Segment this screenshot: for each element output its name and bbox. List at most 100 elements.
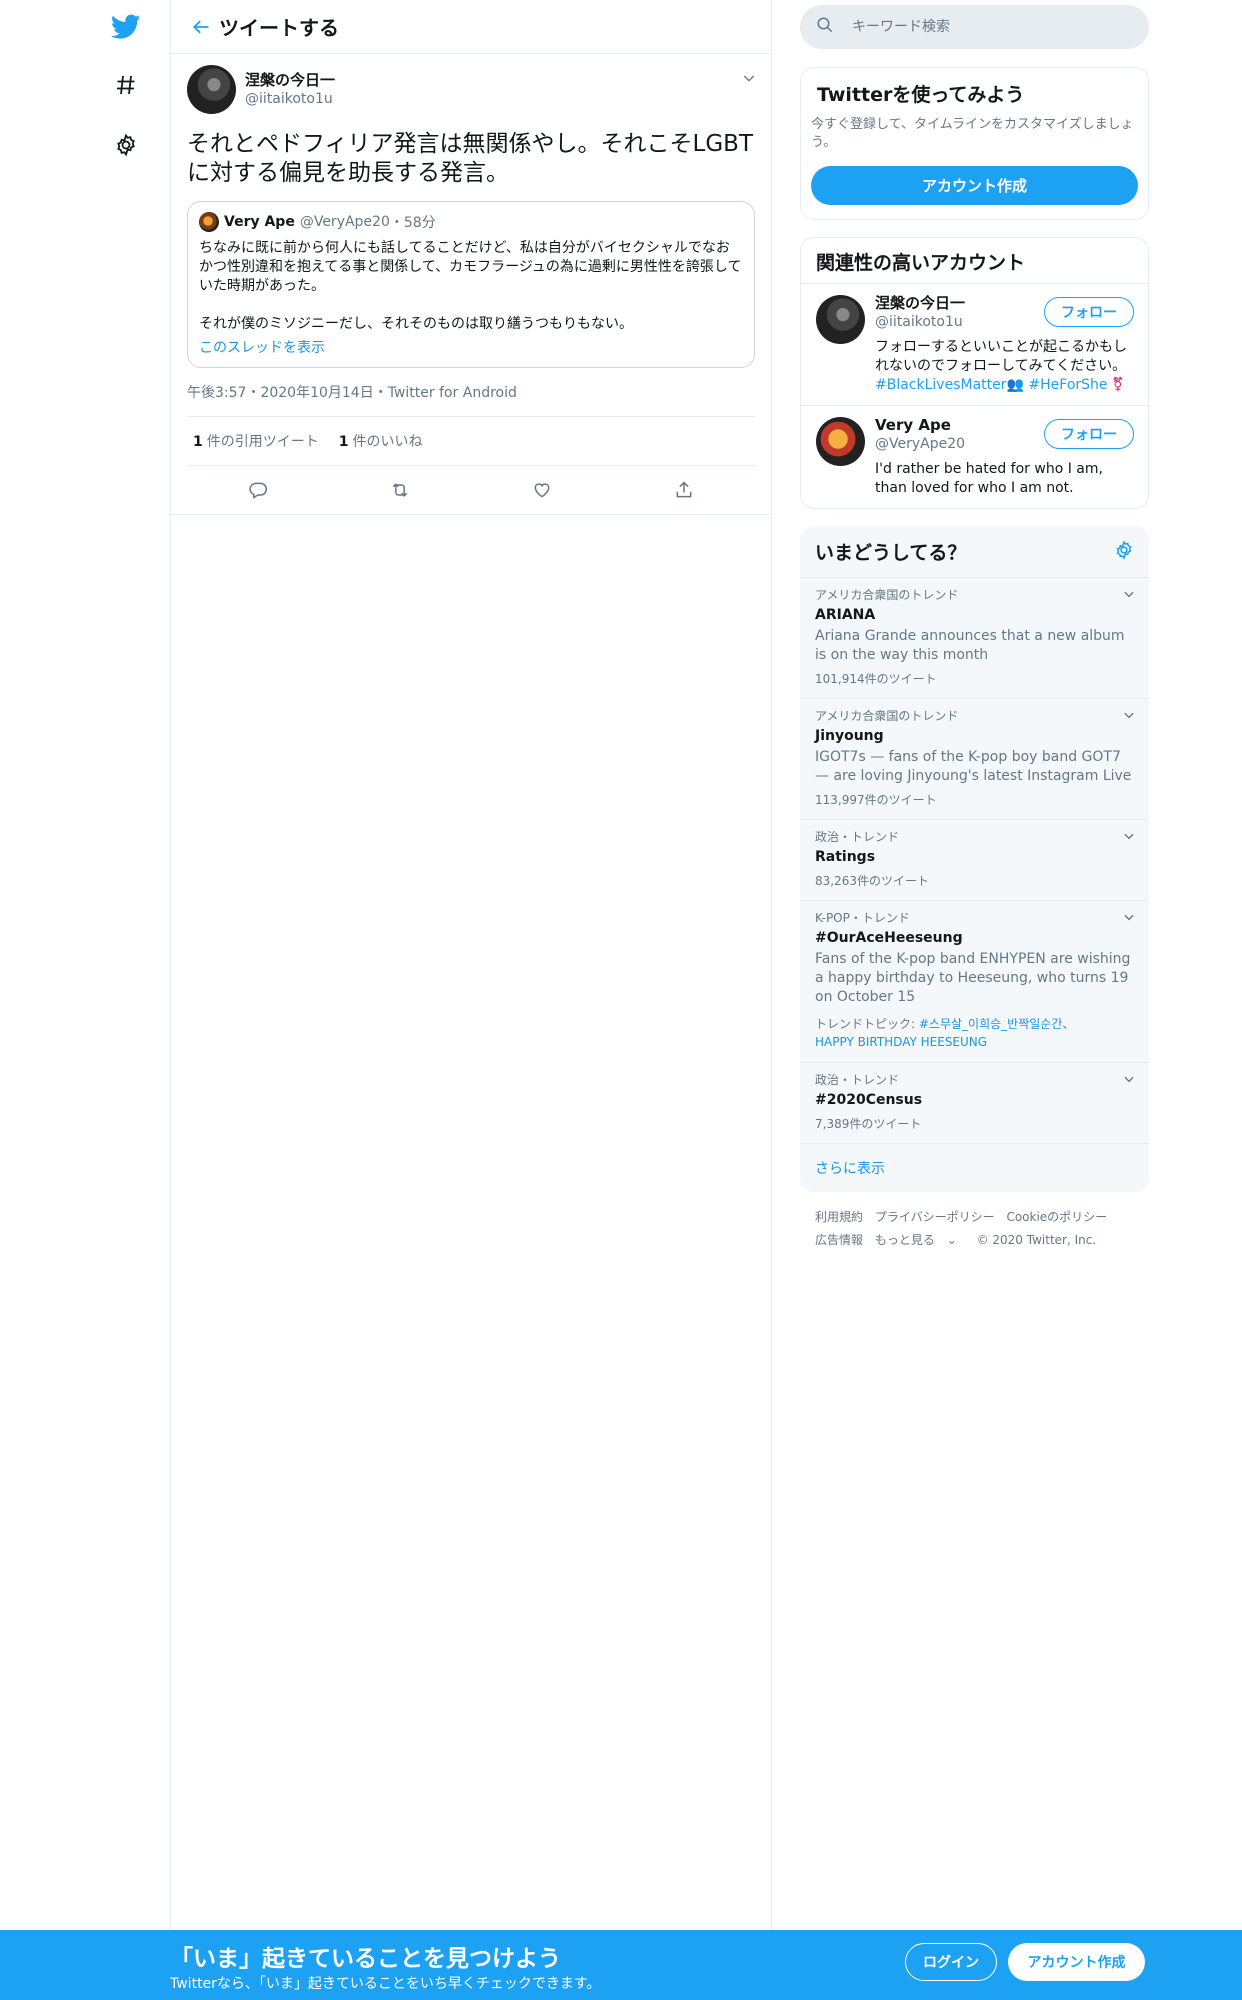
signup-banner: 「いま」起きていることを見つけよう Twitterなら、「いま」起きていることを… [0, 1930, 1242, 2000]
hashtag-link[interactable]: #HeForShe [1028, 377, 1107, 393]
share-icon[interactable] [664, 470, 704, 510]
trend-name: Ratings [815, 849, 876, 865]
trend-name: ARIANA [815, 607, 876, 623]
tweet-author: 涅槃の今日一 @iitaikoto1u [187, 64, 755, 114]
show-more-link[interactable]: さらに表示 [800, 1144, 1149, 1192]
trend-count: 83,263件のツイート [815, 874, 929, 888]
quote-tweets-stat[interactable]: 1 件の引用ツイート [193, 431, 319, 451]
avatar[interactable] [816, 417, 865, 466]
gender-symbol-icon: ⚧ [1111, 377, 1124, 393]
tweet-stats: 1 件の引用ツイート 1 件のいいね [187, 417, 755, 466]
like-icon[interactable] [522, 470, 562, 510]
retweet-icon[interactable] [380, 470, 420, 510]
footer-link-privacy[interactable]: プライバシーポリシー [875, 1210, 995, 1224]
quote-author-name: Very Ape [224, 214, 295, 230]
trend-item[interactable]: アメリカ合衆国のトレンド Jinyoung IGOT7s — fans of t… [800, 699, 1149, 820]
footer-link-terms[interactable]: 利用規約 [815, 1210, 863, 1224]
quote-text: ちなみに既に前から何人にも話してることだけど、私は自分がバイセクシャルでなおかつ… [199, 239, 743, 334]
follow-button[interactable]: フォロー [1044, 419, 1134, 449]
trend-context: アメリカ合衆国のトレンド [815, 709, 959, 723]
twitter-bird-icon[interactable] [100, 1, 152, 53]
trend-context: K-POP・トレンド [815, 911, 910, 925]
trend-topic-link[interactable]: HAPPY BIRTHDAY HEESEUNG [815, 1035, 987, 1049]
trend-description: Ariana Grande announces that a new album… [815, 628, 1125, 663]
trend-context: 政治・トレンド [815, 830, 900, 844]
right-sidebar: Twitterを使ってみよう 今すぐ登録して、タイムラインをカスタマイズしましょ… [800, 0, 1149, 1252]
banner-title: 「いま」起きていることを見つけよう [170, 1946, 561, 1972]
quote-paragraph: それが僕のミソジニーだし、それそのものは取り繕うつもりもない。 [199, 316, 633, 332]
author-name[interactable]: 涅槃の今日一 [245, 71, 335, 90]
avatar[interactable] [816, 295, 865, 344]
who-to-follow-card: 関連性の高いアカウント 涅槃の今日一 @iitaikoto1u フォローするとい… [800, 237, 1149, 509]
suggested-account[interactable]: 涅槃の今日一 @iitaikoto1u フォローするといいことが起こるかもしれな… [801, 284, 1148, 406]
show-thread-link[interactable]: このスレッドを表示 [199, 337, 743, 357]
chevron-down-icon[interactable] [1122, 586, 1136, 605]
hashtag-icon[interactable] [100, 59, 152, 111]
login-button[interactable]: ログイン [905, 1943, 997, 1981]
signup-card: Twitterを使ってみよう 今すぐ登録して、タイムラインをカスタマイズしましょ… [800, 67, 1149, 220]
search-icon [816, 16, 834, 38]
trend-name: #OurAceHeeseung [815, 930, 963, 946]
tweet-text: それとペドフィリア発言は無関係やし。それこそLGBTに対する偏見を助長する発言。 [187, 131, 754, 186]
chevron-down-icon: ⌄ [946, 1233, 957, 1247]
people-emoji-icon: 👥 [1006, 377, 1024, 393]
trend-item[interactable]: K-POP・トレンド #OurAceHeeseung Fans of the K… [800, 901, 1149, 1063]
trend-description: IGOT7s — fans of the K-pop boy band GOT7… [815, 749, 1132, 784]
avatar[interactable] [187, 64, 236, 114]
quote-paragraph: ちなみに既に前から何人にも話してることだけど、私は自分がバイセクシャルでなおかつ… [199, 240, 742, 294]
chevron-down-icon[interactable] [1122, 1071, 1136, 1090]
footer-link-cookies[interactable]: Cookieのポリシー [1006, 1210, 1107, 1224]
search-box[interactable] [800, 5, 1149, 49]
footer: 利用規約 プライバシーポリシー Cookieのポリシー 広告情報 もっと見る ⌄… [800, 1206, 1149, 1252]
footer-link-ads[interactable]: 広告情報 [815, 1233, 863, 1247]
quoted-tweet[interactable]: Very Ape @VeryApe20 ・58分 ちなみに既に前から何人にも話し… [187, 201, 755, 368]
divider [171, 514, 771, 515]
page-title: ツイートする [219, 16, 339, 40]
avatar [199, 212, 219, 232]
trend-topic-link[interactable]: #스무살_이희승_반짝일순간 [919, 1017, 1063, 1031]
chevron-down-icon[interactable] [1122, 828, 1136, 847]
author-handle[interactable]: @iitaikoto1u [245, 90, 335, 108]
tweet-actions [187, 466, 755, 514]
hashtag-link[interactable]: #BlackLivesMatter [875, 377, 1007, 393]
suggested-account[interactable]: Very Ape @VeryApe20 I'd rather be hated … [801, 406, 1148, 508]
arrow-left-icon[interactable] [183, 9, 219, 45]
trend-count: 113,997件のツイート [815, 793, 937, 807]
banner-subtitle: Twitterなら、「いま」起きていることをいち早くチェックできます。 [170, 1976, 601, 1992]
trends-card: いまどうしてる？ アメリカ合衆国のトレンド ARIANA Ariana Gran… [800, 526, 1149, 1192]
chevron-down-icon[interactable] [741, 70, 757, 90]
gear-icon[interactable] [1114, 539, 1134, 564]
gear-icon[interactable] [100, 119, 152, 171]
trend-description: Fans of the K-pop band ENHYPEN are wishi… [815, 951, 1131, 1005]
trend-name: Jinyoung [815, 728, 884, 744]
trend-item[interactable]: 政治・トレンド #2020Census 7,389件のツイート [800, 1063, 1149, 1144]
trend-name: #2020Census [815, 1092, 923, 1108]
signup-card-description: 今すぐ登録して、タイムラインをカスタマイズしましょう。 [811, 117, 1134, 150]
trend-item[interactable]: アメリカ合衆国のトレンド ARIANA Ariana Grande announ… [800, 578, 1149, 699]
follow-button[interactable]: フォロー [1044, 297, 1134, 327]
tweet: 涅槃の今日一 @iitaikoto1u それとペドフィリア発言は無関係やし。それ… [171, 54, 771, 515]
trend-count: 7,389件のツイート [815, 1117, 922, 1131]
search-input[interactable] [850, 18, 1124, 36]
trends-title: いまどうしてる？ [815, 542, 967, 564]
main-column: ツイートする 涅槃の今日一 @iitaikoto1u それとペドフィリア発言は無… [170, 0, 772, 1930]
trend-context: 政治・トレンド [815, 1073, 900, 1087]
footer-link-more[interactable]: もっと見る ⌄ [875, 1233, 965, 1247]
who-to-follow-title: 関連性の高いアカウント [801, 238, 1148, 284]
trend-count: 101,914件のツイート [815, 672, 937, 686]
quote-author-handle: @VeryApe20 [299, 214, 390, 230]
account-bio: I'd rather be hated for who I am, than l… [875, 461, 1103, 496]
chevron-down-icon[interactable] [1122, 909, 1136, 928]
likes-stat[interactable]: 1 件のいいね [339, 431, 423, 451]
chevron-down-icon[interactable] [1122, 707, 1136, 726]
trend-item[interactable]: 政治・トレンド Ratings 83,263件のツイート [800, 820, 1149, 901]
reply-icon[interactable] [238, 470, 278, 510]
account-bio: フォローするといいことが起こるかもしれないのでフォローしてみてください。 #Bl… [875, 339, 1127, 393]
main-header: ツイートする [171, 0, 771, 54]
create-account-button[interactable]: アカウント作成 [811, 166, 1138, 205]
tweet-timestamp[interactable]: 午後3:57・2020年10月14日・Twitter for Android [187, 368, 755, 417]
quote-time: ・58分 [389, 215, 436, 231]
create-account-button[interactable]: アカウント作成 [1008, 1943, 1145, 1981]
copyright: © 2020 Twitter, Inc. [976, 1233, 1097, 1247]
trend-topics: トレンドトピック: #스무살_이희승_반짝일순간、 HAPPY BIRTHDAY… [815, 1017, 1075, 1049]
